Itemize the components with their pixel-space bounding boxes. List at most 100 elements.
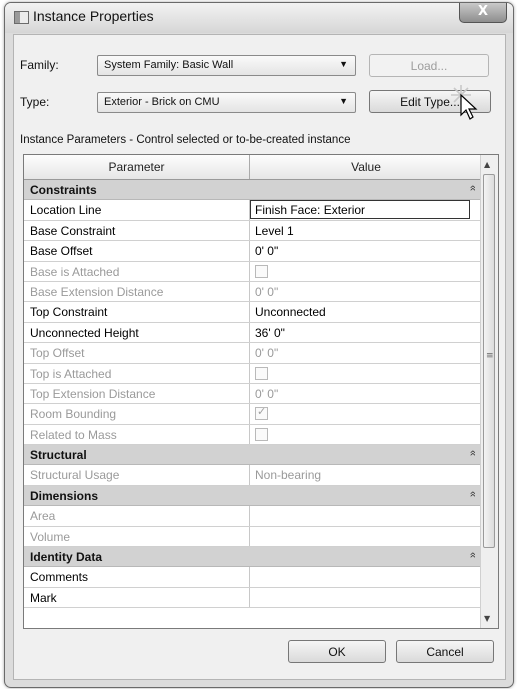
parameter-value[interactable]: Unconnected <box>255 305 326 319</box>
property-row[interactable]: Structural Usage Non-bearing <box>24 465 482 486</box>
collapse-chevron-icon[interactable]: » <box>467 491 479 497</box>
vertical-scrollbar[interactable]: ▲ ≡ ▼ <box>480 155 498 628</box>
title-bar[interactable]: Instance Properties X <box>5 3 513 33</box>
family-dropdown[interactable]: System Family: Basic Wall ▼ <box>97 55 356 76</box>
collapse-chevron-icon[interactable]: » <box>467 552 479 558</box>
column-divider <box>249 404 250 424</box>
group-header[interactable]: Constraints » <box>24 180 482 201</box>
property-row[interactable]: Room Bounding ✓ <box>24 404 482 425</box>
column-divider <box>249 526 250 547</box>
parameter-name: Area <box>30 509 56 524</box>
column-divider <box>249 261 250 281</box>
parameter-value[interactable]: 0' 0" <box>255 285 278 299</box>
parameter-name: Mark <box>30 590 57 605</box>
property-row[interactable]: Base is Attached <box>24 261 482 282</box>
group-header[interactable]: Dimensions » <box>24 485 482 507</box>
column-divider <box>249 241 250 261</box>
type-dropdown[interactable]: Exterior - Brick on CMU ▼ <box>97 92 356 113</box>
parameter-name: Base is Attached <box>30 264 120 279</box>
column-divider <box>249 281 250 302</box>
column-divider <box>249 587 250 608</box>
parameter-name: Top Extension Distance <box>30 386 156 401</box>
property-row[interactable]: Base Extension Distance 0' 0" <box>24 281 482 303</box>
column-divider <box>249 506 250 526</box>
property-row[interactable]: Location Line Finish Face: Exterior <box>24 200 482 221</box>
group-label: Constraints <box>30 183 97 197</box>
parameter-value[interactable]: Non-bearing <box>255 468 321 482</box>
parameter-checkbox[interactable] <box>255 427 268 441</box>
parameter-name: Volume <box>30 529 71 544</box>
column-divider <box>249 465 250 485</box>
parameter-value-editor[interactable]: Finish Face: Exterior <box>250 200 470 220</box>
cancel-button[interactable]: Cancel <box>396 640 494 663</box>
property-row[interactable]: Top Constraint Unconnected <box>24 302 482 323</box>
parameter-name: Top Constraint <box>30 305 108 320</box>
parameter-name: Unconnected Height <box>30 325 139 340</box>
group-label: Structural <box>30 448 87 463</box>
parameter-value[interactable]: Level 1 <box>255 224 294 238</box>
column-header-value[interactable]: Value <box>250 155 482 179</box>
parameter-value[interactable]: 0' 0" <box>255 244 278 258</box>
chevron-down-icon: ▼ <box>339 59 348 69</box>
property-row[interactable]: Top Offset 0' 0" <box>24 343 482 364</box>
column-divider <box>249 424 250 445</box>
property-row[interactable]: Volume <box>24 526 482 548</box>
mouse-cursor-icon <box>451 85 478 120</box>
parameter-name: Comments <box>30 570 89 585</box>
column-divider <box>249 343 250 363</box>
scroll-up-arrow-icon[interactable]: ▲ <box>484 160 490 169</box>
scroll-down-arrow-icon[interactable]: ▼ <box>484 614 490 623</box>
chevron-down-icon: ▼ <box>339 96 348 106</box>
parameter-name: Base Extension Distance <box>30 284 164 299</box>
property-row[interactable]: Top Extension Distance 0' 0" <box>24 383 482 405</box>
instance-parameters-caption: Instance Parameters - Control selected o… <box>20 134 351 146</box>
grip-icon: ≡ <box>486 351 494 361</box>
group-label: Identity Data <box>30 550 103 565</box>
column-divider <box>249 567 250 587</box>
group-header[interactable]: Structural » <box>24 445 482 466</box>
family-value: System Family: Basic Wall <box>104 59 234 71</box>
parameter-name: Top Offset <box>30 346 85 361</box>
parameter-checkbox[interactable] <box>255 264 268 278</box>
property-row[interactable]: Comments <box>24 567 482 588</box>
property-row[interactable]: Top is Attached <box>24 363 482 384</box>
parameter-name: Base Offset <box>30 244 93 259</box>
load-button[interactable]: Load... <box>369 54 489 77</box>
parameter-name: Room Bounding <box>30 407 117 422</box>
parameter-checkbox[interactable]: ✓ <box>255 406 268 421</box>
parameter-name: Related to Mass <box>30 427 117 442</box>
parameter-value[interactable]: 0' 0" <box>255 387 278 401</box>
parameter-value: Finish Face: Exterior <box>255 203 366 218</box>
collapse-chevron-icon[interactable]: » <box>467 450 479 456</box>
ok-button[interactable]: OK <box>288 640 386 663</box>
column-divider <box>249 302 250 322</box>
parameter-name: Structural Usage <box>30 468 120 483</box>
property-row[interactable]: Unconnected Height 36' 0" <box>24 322 482 344</box>
parameter-name: Top is Attached <box>30 366 112 381</box>
group-label: Dimensions <box>30 488 99 503</box>
checkmark-icon: ✓ <box>257 406 267 419</box>
grid-header: Parameter Value <box>24 155 482 180</box>
property-row[interactable]: Area <box>24 506 482 527</box>
parameter-value[interactable]: 36' 0" <box>255 326 285 340</box>
column-divider <box>249 322 250 343</box>
parameter-name: Base Constraint <box>30 223 116 238</box>
parameter-value[interactable]: 0' 0" <box>255 346 278 360</box>
collapse-chevron-icon[interactable]: » <box>467 185 479 191</box>
column-divider <box>249 383 250 404</box>
properties-grid: Parameter Value Constraints » Location Lin… <box>23 154 499 629</box>
property-rows: Constraints » Location Line Finish Face: Ex… <box>24 180 482 609</box>
column-divider <box>249 220 250 241</box>
column-header-parameter[interactable]: Parameter <box>24 155 250 179</box>
window-title: Instance Properties <box>33 8 154 24</box>
property-row[interactable]: Related to Mass <box>24 424 482 446</box>
window-icon <box>14 11 29 24</box>
property-row[interactable]: Mark <box>24 587 482 609</box>
property-row[interactable]: Base Offset 0' 0" <box>24 241 482 262</box>
close-button[interactable]: X <box>459 3 507 23</box>
scrollbar-thumb[interactable]: ≡ <box>483 174 495 548</box>
property-row[interactable]: Base Constraint Level 1 <box>24 220 482 242</box>
parameter-name: Location Line <box>30 203 102 218</box>
parameter-checkbox[interactable] <box>255 366 268 380</box>
group-header[interactable]: Identity Data » <box>24 547 482 568</box>
